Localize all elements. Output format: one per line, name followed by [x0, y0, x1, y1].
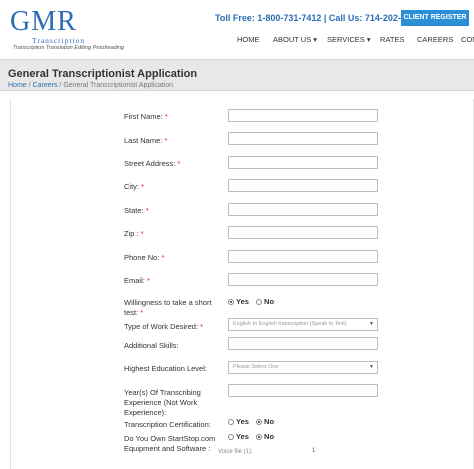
voice-file-label: Voice file (1):: [218, 449, 253, 455]
breadcrumb-separator: /: [59, 82, 62, 89]
logo-text: GMR: [10, 6, 77, 37]
phone-numbers: Toll Free: 1-800-731-7412 | Call Us: 714…: [215, 13, 421, 23]
startstop-no-radio[interactable]: [256, 434, 263, 440]
email-input[interactable]: [228, 273, 378, 286]
startstop-yes-radio[interactable]: [228, 434, 234, 440]
state-input[interactable]: [228, 203, 378, 216]
nav-about-us[interactable]: ABOUT US ▾: [273, 35, 317, 44]
nav-careers[interactable]: CAREERS: [417, 35, 453, 44]
nav-rates[interactable]: RATES: [380, 35, 404, 44]
work-type-selected-value: English to English transcription (Speak …: [233, 321, 347, 327]
additional-skills-label: Additional Skills:: [124, 341, 179, 350]
breadcrumb: Home / Careers / General Transcriptionis…: [8, 82, 173, 89]
voice-file-count: 1: [312, 448, 316, 454]
short-test-yes-radio[interactable]: [228, 299, 234, 305]
breadcrumb-separator: /: [28, 82, 31, 89]
client-register-button[interactable]: CLIENT REGISTER: [401, 10, 469, 26]
zip-label: Zip : *: [124, 229, 144, 238]
education-label: Highest Education Level:: [124, 364, 207, 373]
years-experience-input[interactable]: [228, 384, 378, 397]
email-label: Email: *: [124, 276, 150, 285]
certification-label: Transcription Certification:: [124, 420, 211, 429]
main-nav: HOME ABOUT US ▾ SERVICES ▾ RATES CAREERS…: [0, 35, 474, 49]
nav-contact[interactable]: CON: [461, 35, 474, 44]
breadcrumb-careers[interactable]: Careers: [33, 82, 58, 89]
state-label: State: *: [124, 206, 149, 215]
no-label: No: [264, 297, 275, 306]
first-name-input[interactable]: [228, 109, 378, 122]
certification-no-radio[interactable]: [256, 419, 263, 425]
certification-yes-radio[interactable]: [228, 419, 234, 425]
city-input[interactable]: [228, 179, 378, 192]
education-select[interactable]: Please Select One ▼: [228, 361, 378, 374]
certification-radio-group: Yes No: [228, 417, 279, 426]
startstop-radio-group: Yes No: [228, 432, 279, 441]
last-name-input[interactable]: [228, 132, 378, 145]
yes-label: Yes: [236, 432, 249, 441]
nav-services[interactable]: SERVICES ▾: [327, 35, 371, 44]
last-name-label: Last Name: *: [124, 136, 168, 145]
first-name-label: First Name: *: [124, 112, 168, 121]
short-test-no-radio[interactable]: [256, 299, 263, 305]
additional-skills-input[interactable]: [228, 337, 378, 350]
city-label: City: *: [124, 182, 145, 191]
phone-input[interactable]: [228, 250, 378, 263]
startstop-label: Do You Own StartStop.com Equipment and S…: [124, 434, 216, 453]
chevron-down-icon: ▼: [369, 364, 374, 370]
yes-label: Yes: [236, 297, 249, 306]
page-title-band: General Transcriptionist Application Hom…: [0, 59, 474, 91]
no-label: No: [264, 432, 275, 441]
chevron-down-icon: ▼: [369, 321, 374, 327]
breadcrumb-current: General Transcriptionist Application: [63, 82, 174, 89]
street-address-input[interactable]: [228, 156, 378, 169]
phone-label: Phone No: *: [124, 253, 165, 262]
nav-home[interactable]: HOME: [237, 35, 260, 44]
site-header: GMR Transcription Transcription Translat…: [0, 0, 474, 58]
no-label: No: [264, 417, 275, 426]
zip-input[interactable]: [228, 226, 378, 239]
years-experience-label: Year(s) Of Transcribing Experience (Not …: [124, 388, 201, 417]
yes-label: Yes: [236, 417, 249, 426]
breadcrumb-home[interactable]: Home: [8, 82, 27, 89]
short-test-radio-group: Yes No: [228, 297, 279, 306]
street-address-label: Street Address: *: [124, 159, 181, 168]
education-selected-value: Please Select One: [233, 364, 279, 370]
page-title: General Transcriptionist Application: [8, 68, 198, 80]
short-test-label: Willingness to take a short test: *: [124, 298, 212, 317]
work-type-select[interactable]: English to English transcription (Speak …: [228, 318, 378, 331]
work-type-label: Type of Work Desired: *: [124, 322, 204, 331]
